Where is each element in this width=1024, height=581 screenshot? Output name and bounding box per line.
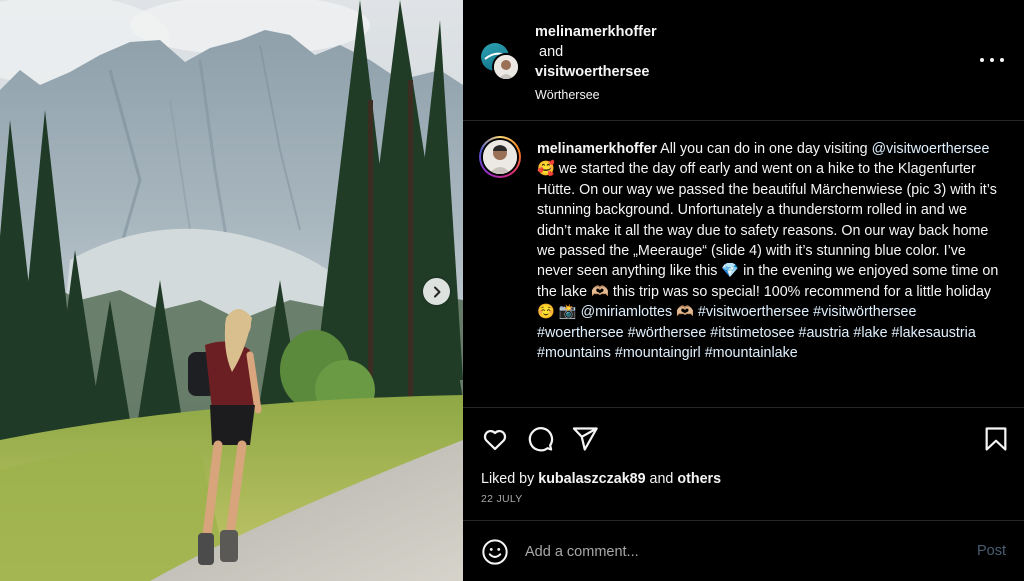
caption-avatar[interactable]	[479, 136, 521, 178]
comment-box: Post	[463, 522, 1024, 581]
chevron-right-icon	[433, 286, 440, 297]
caption-text: 🥰 we started the day off early and went …	[537, 161, 999, 321]
mention-link[interactable]: @miriamlottes	[581, 304, 673, 320]
hashtag-link[interactable]: #visitwoerthersee	[698, 304, 809, 320]
collab-avatars[interactable]	[481, 43, 521, 83]
hiker-mountain-photo	[0, 0, 463, 581]
avatar	[483, 140, 517, 174]
avatar-melinamerkhoffer	[492, 53, 520, 81]
liked-by-others-link[interactable]: others	[677, 471, 721, 487]
like-button[interactable]	[481, 425, 509, 453]
location-link[interactable]: Wörthersee	[535, 85, 657, 105]
bookmark-icon	[985, 427, 1007, 451]
more-options-button[interactable]	[980, 52, 1004, 68]
post-actions: Liked by kubalaszczak89 and others 22 JU…	[463, 409, 1024, 521]
share-icon	[572, 427, 598, 451]
hashtag-link[interactable]: #lakesaustria	[892, 325, 976, 341]
header-names: melinamerkhoffer and visitwoerthersee Wö…	[535, 22, 657, 105]
hashtag-link[interactable]: #mountains	[537, 345, 611, 361]
post-caption: melinamerkhoffer All you can do in one d…	[537, 139, 1003, 363]
post-comment-button[interactable]: Post	[977, 543, 1006, 559]
caption-username[interactable]: melinamerkhoffer	[537, 141, 657, 157]
next-image-button[interactable]	[423, 278, 450, 305]
emoji-button[interactable]	[481, 538, 509, 566]
liked-by-prefix: Liked by	[481, 471, 535, 487]
liked-by-text: Liked by kubalaszczak89 and others	[481, 471, 721, 487]
more-options-icon	[980, 58, 984, 62]
post-photo[interactable]	[0, 0, 463, 581]
comment-input[interactable]	[525, 540, 945, 564]
hashtag-link[interactable]: #woerthersee	[537, 325, 624, 341]
comment-icon	[528, 427, 554, 452]
post-header: melinamerkhoffer and visitwoerthersee Wö…	[463, 0, 1024, 121]
post-date[interactable]: 22 JULY	[481, 493, 523, 505]
save-button[interactable]	[982, 425, 1010, 453]
emoji-icon	[482, 539, 508, 565]
hashtag-link[interactable]: #mountainlake	[705, 345, 798, 361]
caption-text: All you can do in one day visiting	[660, 141, 868, 157]
hashtag-link[interactable]: #wörthersee	[628, 325, 707, 341]
caption-text: 🫶🏼	[676, 304, 694, 321]
caption-section: melinamerkhoffer All you can do in one d…	[463, 122, 1024, 408]
user-photo-icon	[494, 55, 518, 79]
mention-link[interactable]: @visitwoerthersee	[872, 141, 990, 157]
author-primary-link[interactable]: melinamerkhoffer	[535, 22, 657, 42]
hashtag-link[interactable]: #itstimetosee	[710, 325, 794, 341]
comment-button[interactable]	[526, 425, 554, 453]
liked-by-user-link[interactable]: kubalaszczak89	[538, 471, 645, 487]
more-dot	[990, 58, 994, 62]
hashtag-link[interactable]: #austria	[799, 325, 850, 341]
author-secondary-link[interactable]: visitwoerthersee	[535, 62, 657, 82]
share-button[interactable]	[571, 425, 599, 453]
liked-by-and: and	[649, 471, 674, 487]
avatar-ring	[481, 138, 519, 176]
user-photo-icon	[483, 140, 517, 174]
hashtag-link[interactable]: #lake	[853, 325, 887, 341]
hashtag-link[interactable]: #visitwörthersee	[813, 304, 916, 320]
hashtag-link[interactable]: #mountaingirl	[615, 345, 701, 361]
post-details-panel: melinamerkhoffer and visitwoerthersee Wö…	[463, 0, 1024, 581]
more-dot	[1000, 58, 1004, 62]
heart-icon	[483, 429, 507, 451]
and-text: and	[539, 44, 564, 60]
